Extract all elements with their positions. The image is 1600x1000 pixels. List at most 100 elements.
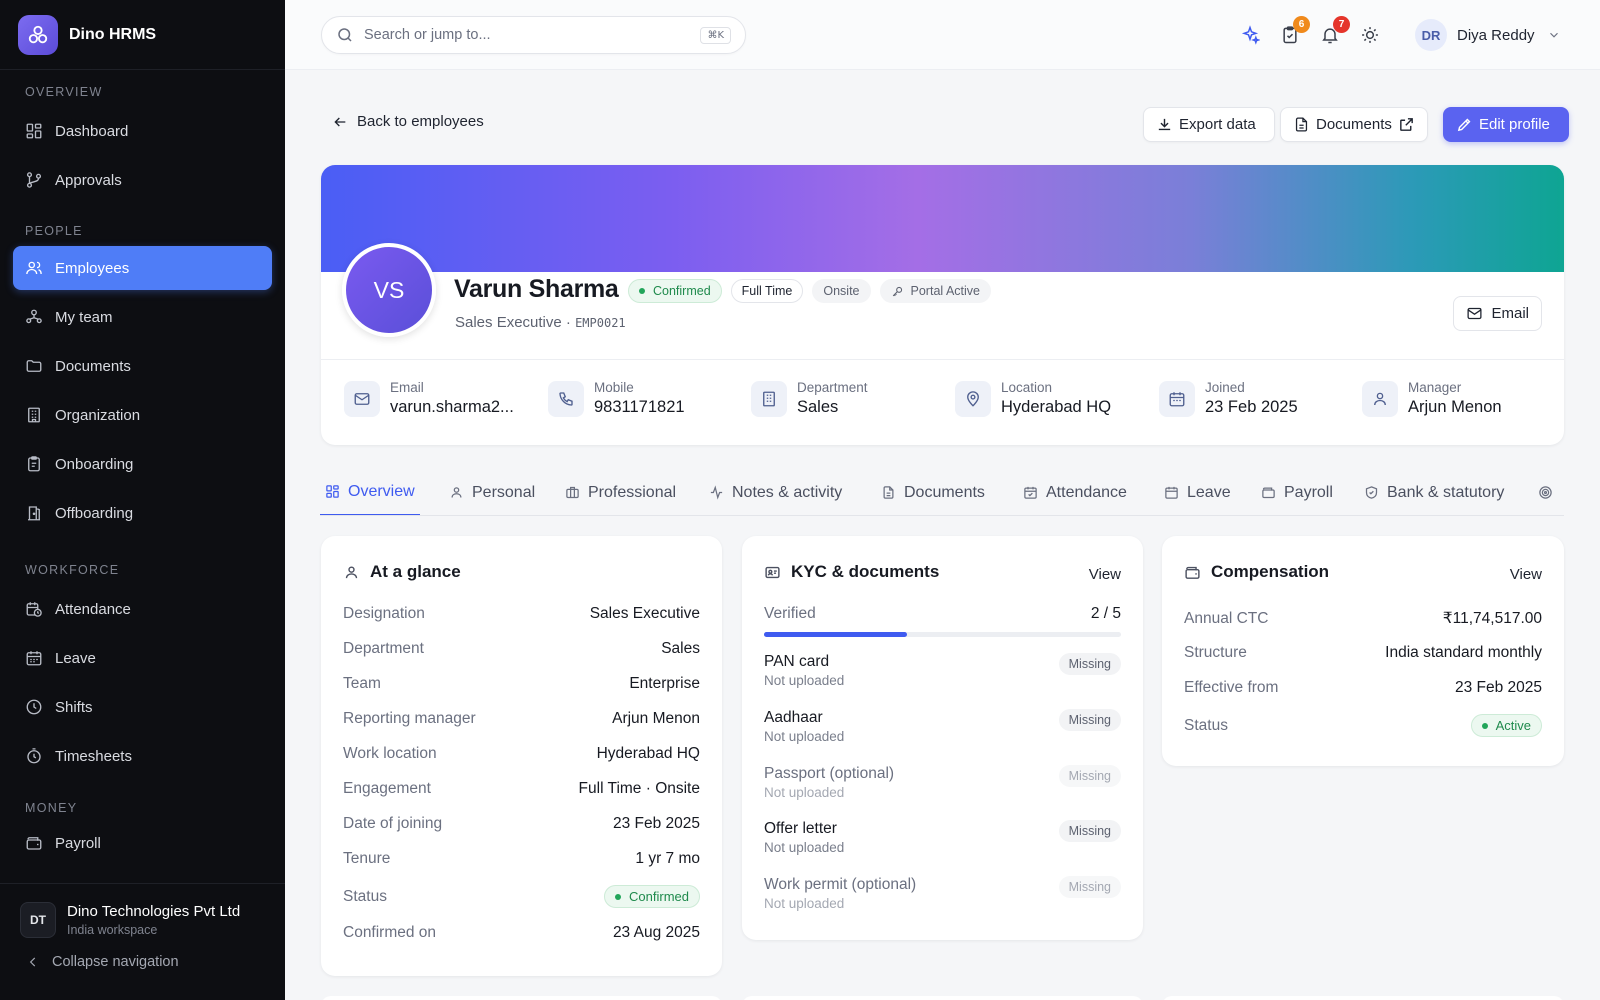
doc-offer-letter[interactable]: Offer letter Not uploaded Missing — [764, 820, 1121, 865]
nav-item-organization[interactable]: Organization — [13, 393, 272, 437]
compensation-title: Compensation — [1211, 562, 1330, 581]
info-label: Email — [390, 380, 424, 395]
kyc-view-link[interactable]: View — [1089, 566, 1121, 583]
doc-work-permit[interactable]: Work permit (optional) Not uploaded Miss… — [764, 876, 1121, 921]
export-data-button[interactable]: Export data — [1143, 107, 1275, 142]
info-location: Location Hyderabad HQ — [955, 380, 1111, 417]
mail-icon — [353, 390, 371, 408]
glance-key: Department — [343, 640, 424, 657]
nav-item-leave[interactable]: Leave — [13, 636, 272, 680]
glance-value: Sales — [661, 640, 700, 657]
glance-key: Reporting manager — [343, 710, 476, 727]
glance-key: Designation — [343, 605, 425, 622]
comp-key: Annual CTC — [1184, 609, 1269, 627]
nav-item-approvals[interactable]: Approvals — [13, 158, 272, 202]
user-menu[interactable]: DR Diya Reddy — [1415, 19, 1561, 51]
ai-sparkle-button[interactable] — [1240, 25, 1260, 45]
user-icon — [449, 485, 464, 500]
info-label: Joined — [1205, 380, 1245, 395]
collapse-navigation-button[interactable]: Collapse navigation — [0, 938, 285, 970]
at-a-glance-card: At a glance Designation Sales Executive D… — [321, 536, 722, 976]
tab-attendance[interactable]: Attendance — [1018, 469, 1132, 515]
search-bar[interactable]: ⌘K — [321, 16, 746, 54]
portal-chip: Portal Active — [879, 279, 991, 303]
tab-personal[interactable]: Personal — [444, 469, 540, 515]
tab-bank-statutory[interactable]: Bank & statutory — [1359, 469, 1509, 515]
calendar-check-icon — [1023, 485, 1038, 500]
info-label: Location — [1001, 380, 1053, 395]
sidebar: Dino HRMS OVERVIEW Dashboard Approvals P… — [0, 0, 285, 1000]
nav-heading-overview: OVERVIEW — [25, 85, 103, 99]
email-button[interactable]: Email — [1453, 296, 1542, 331]
shield-check-icon — [1364, 485, 1379, 500]
wallet-icon — [1261, 485, 1276, 500]
briefcase-icon — [565, 485, 580, 500]
org-switcher[interactable]: DT Dino Technologies Pvt Ltd India works… — [0, 884, 285, 938]
user-avatar: DR — [1415, 19, 1447, 51]
glance-row-department: Department Sales — [343, 640, 700, 658]
chevron-down-icon — [1547, 28, 1561, 42]
external-link-icon — [1398, 116, 1415, 133]
notifications-button[interactable]: 7 — [1320, 16, 1350, 45]
search-shortcut: ⌘K — [700, 27, 731, 44]
nav-item-dashboard[interactable]: Dashboard — [13, 109, 272, 153]
documents-button[interactable]: Documents — [1280, 107, 1428, 142]
theme-toggle-button[interactable] — [1360, 25, 1380, 45]
missing-badge: Missing — [1058, 876, 1121, 898]
nav-item-shifts[interactable]: Shifts — [13, 685, 272, 729]
tab-label: Notes & activity — [732, 483, 843, 501]
tab-payroll[interactable]: Payroll — [1256, 469, 1338, 515]
tab-overview[interactable]: Overview — [320, 469, 420, 515]
export-data-label: Export data — [1179, 116, 1256, 133]
edit-profile-button[interactable]: Edit profile — [1443, 107, 1569, 142]
active-badge-label: Active — [1495, 718, 1531, 733]
employee-code: EMP0021 — [575, 316, 626, 330]
glance-value: Arjun Menon — [612, 710, 700, 727]
comp-value: India standard monthly — [1385, 644, 1542, 661]
tab-label: Payroll — [1284, 483, 1333, 501]
nav-item-my-team[interactable]: My team — [13, 295, 272, 339]
clipboard-icon — [25, 455, 43, 473]
doc-aadhaar[interactable]: Aadhaar Not uploaded Missing — [764, 709, 1121, 754]
compensation-view-link[interactable]: View — [1510, 566, 1542, 583]
tab-leave[interactable]: Leave — [1159, 469, 1236, 515]
info-email[interactable]: Email varun.sharma2... — [344, 380, 514, 417]
documents-label: Documents — [1316, 116, 1392, 133]
nav-item-label: Organization — [55, 406, 141, 424]
tab-label: Leave — [1187, 483, 1231, 501]
info-manager[interactable]: Manager Arjun Menon — [1362, 380, 1502, 417]
nav-item-employees[interactable]: Employees — [13, 246, 272, 290]
glance-row-confirmed-on: Confirmed on 23 Aug 2025 — [343, 924, 700, 942]
nav-item-offboarding[interactable]: Offboarding — [13, 491, 272, 535]
back-to-employees-link[interactable]: Back to employees — [332, 113, 484, 130]
tab-documents[interactable]: Documents — [876, 469, 990, 515]
org-workspace: India workspace — [67, 923, 158, 937]
calendar-icon — [1164, 485, 1179, 500]
tab-notes-activity[interactable]: Notes & activity — [704, 469, 847, 515]
nav-item-payroll[interactable]: Payroll — [13, 821, 272, 865]
phone-icon — [557, 390, 575, 408]
target-icon — [1538, 485, 1553, 500]
nav-item-documents[interactable]: Documents — [13, 344, 272, 388]
kyc-documents-card: KYC & documents View Verified 2 / 5 PAN … — [742, 536, 1143, 940]
clock-icon — [25, 698, 43, 716]
nav-item-timesheets[interactable]: Timesheets — [13, 734, 272, 778]
wallet-icon — [25, 834, 43, 852]
doc-passport[interactable]: Passport (optional) Not uploaded Missing — [764, 765, 1121, 810]
nav-item-attendance[interactable]: Attendance — [13, 587, 272, 631]
id-card-icon — [764, 564, 781, 581]
comp-row-structure: Structure India standard monthly — [1184, 644, 1542, 662]
search-input[interactable] — [364, 27, 684, 43]
building-icon — [760, 390, 778, 408]
brand[interactable]: Dino HRMS — [0, 0, 285, 70]
nav-item-label: Payroll — [55, 834, 101, 852]
info-value: varun.sharma2... — [390, 398, 514, 416]
employee-designation: Sales Executive — [455, 314, 562, 331]
doc-pan-card[interactable]: PAN card Not uploaded Missing — [764, 653, 1121, 698]
comp-key: Status — [1184, 716, 1228, 734]
tab-professional[interactable]: Professional — [560, 469, 681, 515]
tab-more[interactable] — [1533, 469, 1564, 515]
tasks-button[interactable]: 6 — [1280, 16, 1310, 45]
nav-item-onboarding[interactable]: Onboarding — [13, 442, 272, 486]
verified-label: Verified — [764, 605, 816, 622]
